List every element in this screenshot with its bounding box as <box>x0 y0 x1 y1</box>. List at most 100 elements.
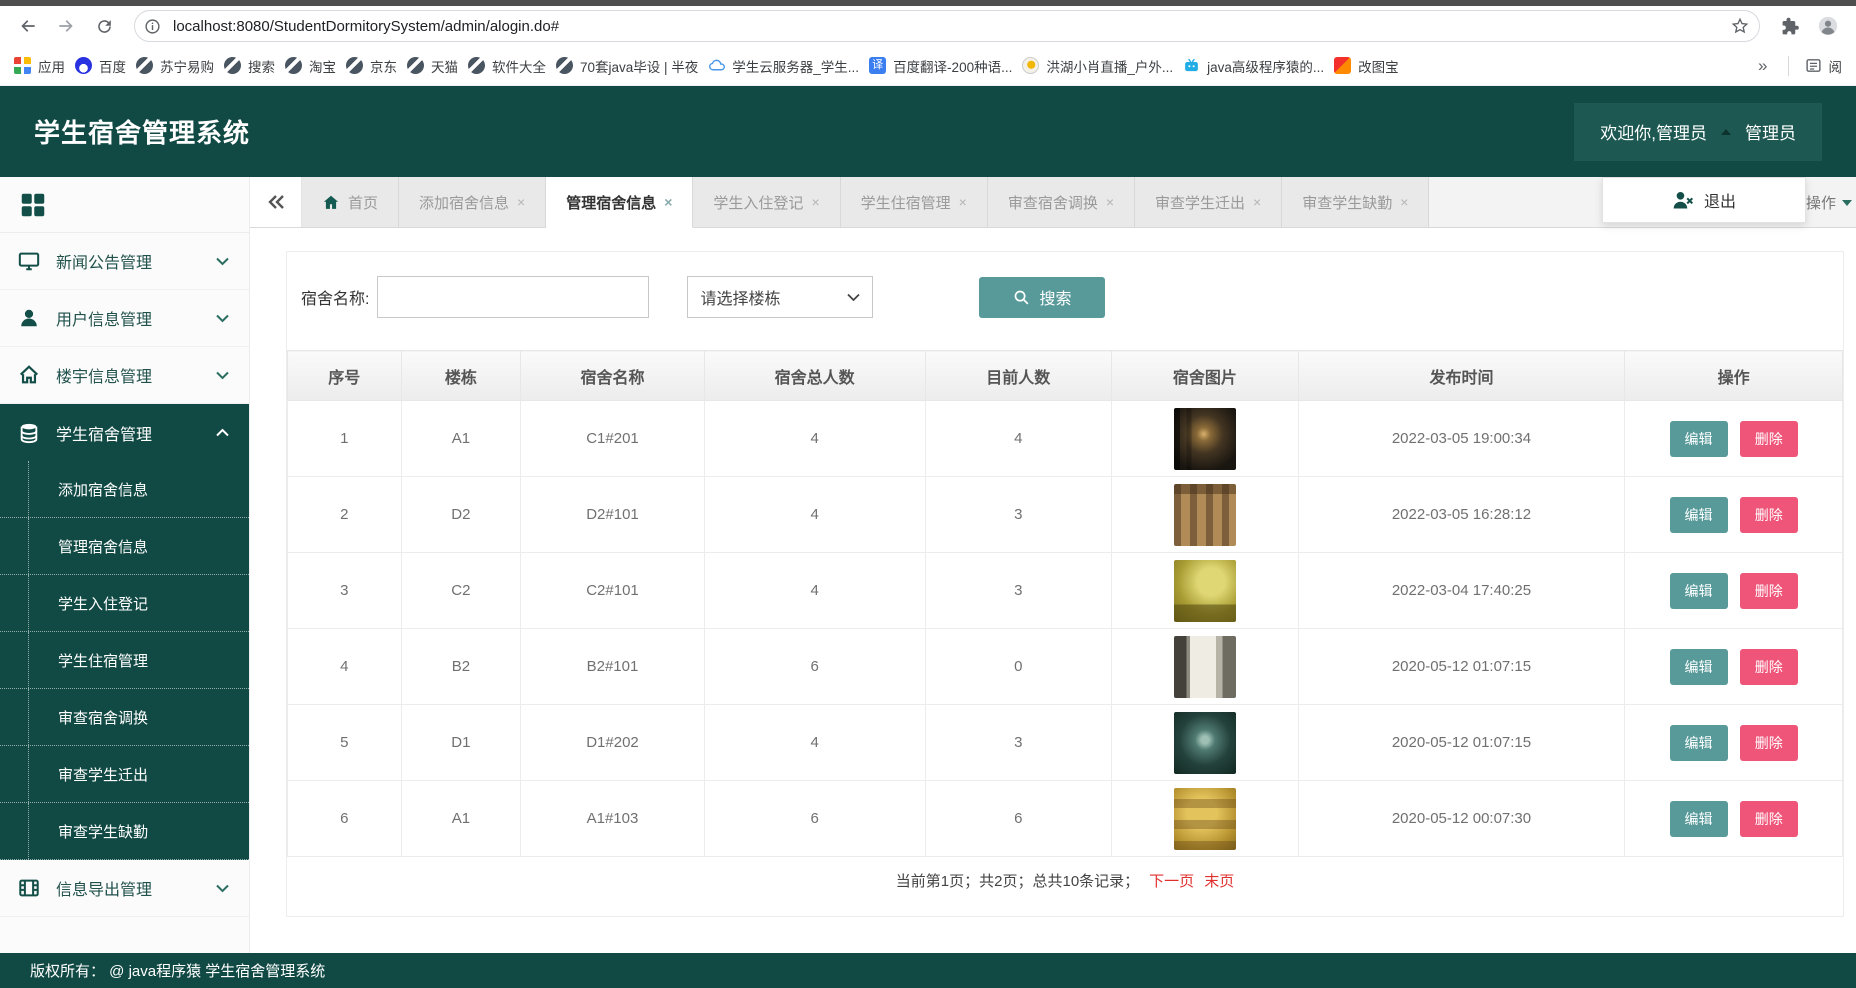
tab-review-absence[interactable]: 审查学生缺勤 × <box>1282 177 1429 227</box>
cloud-icon <box>708 57 725 74</box>
search-button[interactable]: 搜索 <box>979 277 1105 318</box>
sidebar-item-buildings[interactable]: 楼宇信息管理 <box>0 347 249 404</box>
bookmark-taobao[interactable]: 淘宝 <box>285 56 336 76</box>
submenu-item-manage-dorm[interactable]: 管理宿舍信息 <box>0 518 249 575</box>
edit-button[interactable]: 编辑 <box>1670 649 1728 685</box>
table-row: 3 C2 C2#101 4 3 2022-03-04 17:40:25 编辑 删… <box>288 553 1843 629</box>
user-menu[interactable]: 欢迎你,管理员 管理员 <box>1574 103 1822 161</box>
sidebar-item-label: 信息导出管理 <box>56 876 200 900</box>
chevron-down-icon <box>216 257 229 266</box>
cell-current: 6 <box>925 781 1112 857</box>
submenu-item-checkin[interactable]: 学生入住登记 <box>0 575 249 632</box>
bookmark-label: 百度翻译-200种语... <box>893 56 1012 76</box>
home-icon <box>18 364 40 386</box>
bookmark-label: 改图宝 <box>1358 56 1399 76</box>
site-info-icon[interactable] <box>139 13 165 39</box>
delete-button[interactable]: 删除 <box>1740 725 1798 761</box>
dorm-name-input[interactable] <box>377 276 649 318</box>
last-page-link[interactable]: 末页 <box>1204 870 1234 891</box>
tab-review-moveout[interactable]: 审查学生迁出 × <box>1135 177 1282 227</box>
submenu-item-review-absence[interactable]: 审查学生缺勤 <box>0 803 249 860</box>
url-text[interactable]: localhost:8080/StudentDormitorySystem/ad… <box>173 18 1719 35</box>
username: 管理员 <box>1745 119 1796 144</box>
bookmark-label: java高级程序猿的... <box>1207 56 1324 76</box>
building-select[interactable]: 请选择楼栋 <box>687 276 873 318</box>
tab-home[interactable]: 首页 <box>302 177 399 227</box>
close-icon[interactable]: × <box>811 194 819 210</box>
close-icon[interactable]: × <box>1106 194 1114 210</box>
delete-button[interactable]: 删除 <box>1740 801 1798 837</box>
tab-operations-button[interactable]: 操作 <box>1806 177 1852 228</box>
submenu-item-review-moveout[interactable]: 审查学生迁出 <box>0 746 249 803</box>
submenu-item-accommodation[interactable]: 学生住宿管理 <box>0 632 249 689</box>
sidebar-collapse-button[interactable] <box>0 177 249 233</box>
bookmark-cloud-server[interactable]: 学生云服务器_学生... <box>708 56 859 76</box>
bookmark-gaitubao[interactable]: 改图宝 <box>1334 56 1399 76</box>
cell-capacity: 4 <box>704 553 925 629</box>
cell-name: A1#103 <box>521 781 704 857</box>
back-icon[interactable] <box>12 10 44 42</box>
edit-button[interactable]: 编辑 <box>1670 497 1728 533</box>
delete-button[interactable]: 删除 <box>1740 421 1798 457</box>
bookmark-apps[interactable]: 应用 <box>14 56 65 76</box>
bookmark-java-projects[interactable]: 70套java毕设 | 半夜 <box>556 56 698 76</box>
extensions-icon[interactable] <box>1774 10 1806 42</box>
tabs-collapse-button[interactable] <box>250 177 302 227</box>
reading-list-button[interactable]: 阅 <box>1805 56 1843 76</box>
edit-button[interactable]: 编辑 <box>1670 801 1728 837</box>
cell-building: C2 <box>401 553 521 629</box>
bookmark-label: 洪湖小肖直播_户外... <box>1046 56 1173 76</box>
tab-checkin[interactable]: 学生入住登记 × <box>693 177 840 227</box>
cell-time: 2020-05-12 01:07:15 <box>1298 629 1625 705</box>
bookmark-search[interactable]: 搜索 <box>224 56 275 76</box>
delete-button[interactable]: 删除 <box>1740 649 1798 685</box>
cell-current: 3 <box>925 477 1112 553</box>
cell-capacity: 4 <box>704 477 925 553</box>
delete-button[interactable]: 删除 <box>1740 573 1798 609</box>
tab-label: 首页 <box>348 192 378 213</box>
edit-button[interactable]: 编辑 <box>1670 421 1728 457</box>
tab-label: 学生入住登记 <box>713 192 803 213</box>
sidebar-item-dormitory[interactable]: 学生宿舍管理 <box>0 404 249 461</box>
bookmark-bilibili[interactable]: java高级程序猿的... <box>1183 56 1324 76</box>
close-icon[interactable]: × <box>517 194 525 210</box>
home-icon <box>322 194 340 211</box>
search-icon <box>1013 289 1030 306</box>
globe-icon <box>136 57 153 74</box>
tab-add-dorm[interactable]: 添加宿舍信息 × <box>399 177 546 227</box>
close-icon[interactable]: × <box>959 194 967 210</box>
tab-accommodation[interactable]: 学生住宿管理 × <box>841 177 988 227</box>
address-bar[interactable]: localhost:8080/StudentDormitorySystem/ad… <box>134 10 1760 42</box>
tab-manage-dorm[interactable]: 管理宿舍信息 × <box>546 177 693 228</box>
cell-seq: 5 <box>288 705 402 781</box>
logout-button[interactable]: 退出 <box>1602 177 1806 223</box>
submenu-item-add-dorm[interactable]: 添加宿舍信息 <box>0 461 249 518</box>
bookmark-software[interactable]: 软件大全 <box>468 56 546 76</box>
profile-avatar-icon[interactable] <box>1812 10 1844 42</box>
submenu-item-review-swap[interactable]: 审查宿舍调换 <box>0 689 249 746</box>
bookmarks-overflow-button[interactable]: » <box>1754 56 1771 76</box>
forward-icon[interactable] <box>50 10 82 42</box>
delete-button[interactable]: 删除 <box>1740 497 1798 533</box>
bookmark-live-stream[interactable]: 洪湖小肖直播_户外... <box>1022 56 1173 76</box>
close-icon[interactable]: × <box>1253 194 1261 210</box>
bookmark-suning[interactable]: 苏宁易购 <box>136 56 214 76</box>
bookmark-baidu[interactable]: 百度 <box>75 56 126 76</box>
bookmark-star-icon[interactable] <box>1727 13 1753 39</box>
bookmark-tmall[interactable]: 天猫 <box>407 56 458 76</box>
reload-icon[interactable] <box>88 10 120 42</box>
tab-review-swap[interactable]: 审查宿舍调换 × <box>988 177 1135 227</box>
close-icon[interactable]: × <box>664 194 672 210</box>
edit-button[interactable]: 编辑 <box>1670 725 1728 761</box>
edit-button[interactable]: 编辑 <box>1670 573 1728 609</box>
sidebar-item-news[interactable]: 新闻公告管理 <box>0 233 249 290</box>
bookmark-jd[interactable]: 京东 <box>346 56 397 76</box>
sidebar-item-users[interactable]: 用户信息管理 <box>0 290 249 347</box>
next-page-link[interactable]: 下一页 <box>1149 870 1194 891</box>
bookmark-baidu-translate[interactable]: 译百度翻译-200种语... <box>869 56 1012 76</box>
close-icon[interactable]: × <box>1400 194 1408 210</box>
reading-list-icon <box>1805 57 1822 74</box>
dorm-photo <box>1174 484 1236 546</box>
sidebar-item-export[interactable]: 信息导出管理 <box>0 860 249 917</box>
dorm-photo <box>1174 408 1236 470</box>
